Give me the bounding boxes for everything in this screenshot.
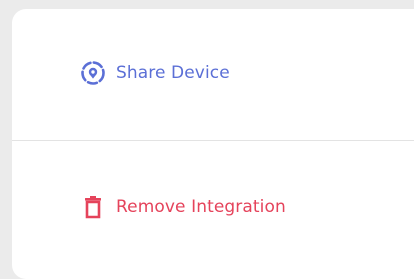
share-device-button[interactable]: Share Device (12, 43, 414, 103)
remove-integration-button[interactable]: Remove Integration (12, 177, 414, 237)
share-device-label: Share Device (116, 63, 230, 83)
location-share-icon (80, 60, 106, 86)
remove-integration-label: Remove Integration (116, 197, 286, 217)
actions-card: Share Device Remove Integration (12, 9, 414, 279)
divider (12, 140, 414, 141)
trash-icon (80, 194, 106, 220)
